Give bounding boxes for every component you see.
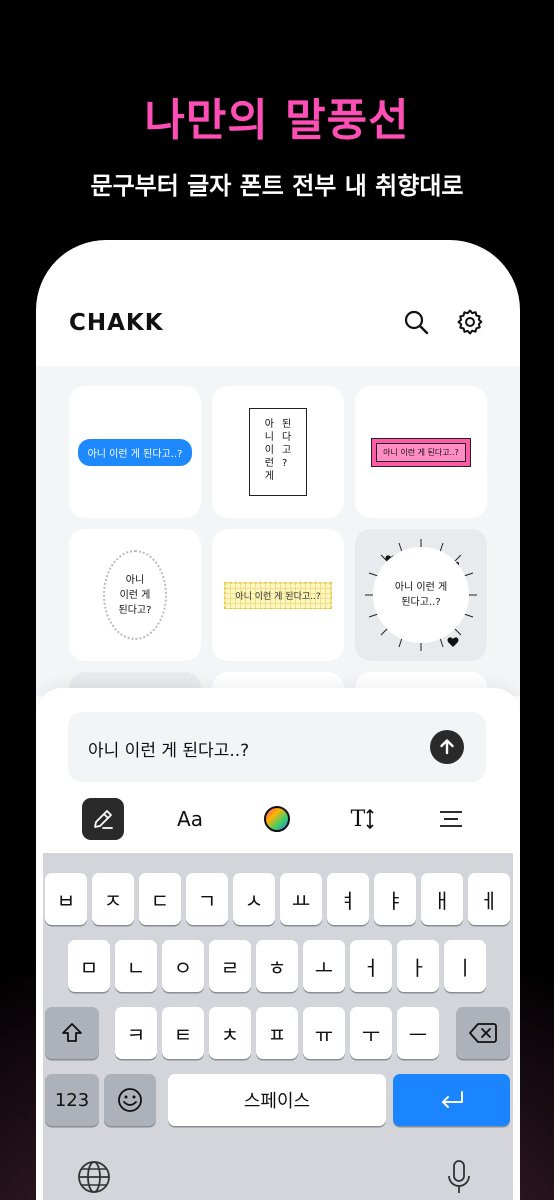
vertical-char: ? (282, 458, 288, 469)
vertical-col-1: 아 니 이 런 게 (265, 419, 274, 495)
size-tool-button[interactable]: T (342, 798, 384, 840)
key[interactable]: ㄴ (115, 940, 157, 992)
vertical-char: 고 (282, 445, 292, 456)
key[interactable]: ㅂ (45, 873, 87, 925)
dictation-key[interactable] (445, 1159, 473, 1195)
key[interactable]: ㅍ (256, 1007, 298, 1059)
bubble-burst-line: 아니 이런 게 (394, 582, 448, 593)
space-key[interactable]: 스페이스 (168, 1074, 386, 1126)
vertical-col-2: 된 다 고 ? (282, 419, 291, 495)
size-tool-label: T (350, 806, 366, 832)
arrow-up-icon (440, 739, 454, 755)
numbers-key[interactable]: 123 (45, 1074, 99, 1126)
key[interactable]: ㅊ (209, 1007, 251, 1059)
key[interactable]: ㅎ (256, 940, 298, 992)
key[interactable]: ㅁ (68, 940, 110, 992)
key[interactable]: ㅋ (115, 1007, 157, 1059)
bubble-oval: 아니 이런 게 된다고? (103, 550, 167, 640)
bubble-tile-burst[interactable]: 아니 이런 게 된다고..? (355, 529, 487, 661)
key[interactable]: ㅗ (303, 940, 345, 992)
style-toolbar: Aa T (36, 798, 520, 848)
bubble-burst: 아니 이런 게 된다고..? (373, 547, 469, 643)
korean-keyboard: ㅂ ㅈ ㄷ ㄱ ㅅ ㅛ ㅕ ㅑ ㅐ ㅔ ㅁ ㄴ ㅇ ㄹ ㅎ ㅗ ㅓ ㅏ ㅣ ㅋ … (43, 853, 513, 1200)
vertical-char: 런 (264, 458, 274, 469)
vertical-char: 이 (264, 445, 274, 456)
bubble-vertical: 아 니 이 런 게 된 다 고 ? (249, 408, 307, 496)
key[interactable]: ㄱ (186, 873, 228, 925)
key[interactable]: ㅓ (350, 940, 392, 992)
bubble-tile-pink[interactable]: 아니 이런 게 된다고..? (355, 386, 487, 518)
bubble-oval-line: 아니 (125, 574, 145, 586)
font-tool-button[interactable]: Aa (169, 798, 211, 840)
key[interactable]: ㅐ (421, 873, 463, 925)
return-icon (441, 1091, 463, 1108)
key[interactable]: ㅠ (303, 1007, 345, 1059)
vertical-char: 된 (282, 419, 292, 430)
bubble-tile-yellow[interactable]: 아니 이런 게 된다고..? (212, 529, 344, 661)
bubble-yellow: 아니 이런 게 된다고..? (224, 581, 332, 609)
key[interactable]: ㅣ (444, 940, 486, 992)
size-arrows-icon (366, 808, 374, 830)
emoji-key[interactable] (104, 1074, 156, 1126)
key[interactable]: ㅔ (468, 873, 510, 925)
app-brand: CHAKK (69, 310, 164, 336)
key[interactable]: ㅛ (280, 873, 322, 925)
key[interactable]: ㅑ (374, 873, 416, 925)
bubble-tile-imessage[interactable]: 아니 이런 게 된다고..? (69, 386, 201, 518)
vertical-char: 게 (264, 471, 274, 482)
bubble-oval-line: 이런 게 (119, 589, 151, 601)
promo-subtitle: 문구부터 글자 폰트 전부 내 취향대로 (90, 172, 464, 200)
key[interactable]: ㅕ (327, 873, 369, 925)
return-key[interactable] (393, 1074, 510, 1126)
vertical-char: 다 (282, 432, 292, 443)
backspace-icon (469, 1023, 497, 1043)
emoji-icon (118, 1088, 142, 1112)
align-tool-button[interactable] (430, 798, 472, 840)
message-input-text: 아니 이런 게 된다고..? (88, 741, 250, 761)
promo-title: 나만의 말풍선 (144, 95, 410, 146)
bubble-pink-text: 아니 이런 게 된다고..? (376, 442, 466, 462)
key[interactable]: ㄹ (209, 940, 251, 992)
color-wheel-icon (264, 806, 290, 832)
align-center-icon (440, 811, 462, 827)
shift-key[interactable] (45, 1007, 99, 1059)
microphone-icon (448, 1160, 470, 1193)
backspace-key[interactable] (456, 1007, 510, 1059)
key[interactable]: ㅅ (233, 873, 275, 925)
bubble-pink: 아니 이런 게 된다고..? (371, 437, 471, 467)
vertical-char: 아 (264, 419, 274, 430)
bubble-tile-vertical[interactable]: 아 니 이 런 게 된 다 고 ? (212, 386, 344, 518)
phone-frame: CHAKK 아니 이런 게 된다고..? 아 니 이 런 게 된 다 고 ? 아… (36, 240, 520, 1200)
app-header: CHAKK (36, 240, 520, 366)
key[interactable]: ㄷ (139, 873, 181, 925)
bubble-tile-oval[interactable]: 아니 이런 게 된다고? (69, 529, 201, 661)
globe-icon (78, 1161, 110, 1193)
bubble-grid: 아니 이런 게 된다고..? 아 니 이 런 게 된 다 고 ? 아니 이런 게… (36, 366, 520, 696)
color-tool-button[interactable] (256, 798, 298, 840)
shift-icon (62, 1023, 82, 1042)
bubble-burst-line: 된다고..? (401, 597, 441, 608)
key[interactable]: ㅡ (397, 1007, 439, 1059)
vertical-char: 니 (264, 432, 274, 443)
gear-icon[interactable] (454, 306, 486, 338)
globe-key[interactable] (76, 1159, 112, 1195)
key[interactable]: ㅌ (162, 1007, 204, 1059)
pencil-tool-button[interactable] (82, 798, 124, 840)
key[interactable]: ㅈ (92, 873, 134, 925)
key[interactable]: ㅏ (397, 940, 439, 992)
key[interactable]: ㅜ (350, 1007, 392, 1059)
font-tool-label: Aa (177, 807, 203, 831)
bubble-imessage: 아니 이런 게 된다고..? (77, 438, 193, 466)
bubble-oval-line: 된다고? (118, 604, 152, 616)
send-button[interactable] (430, 730, 464, 764)
pencil-icon (94, 810, 113, 829)
message-input[interactable]: 아니 이런 게 된다고..? (68, 712, 486, 782)
key[interactable]: ㅇ (162, 940, 204, 992)
search-icon[interactable] (400, 306, 432, 338)
